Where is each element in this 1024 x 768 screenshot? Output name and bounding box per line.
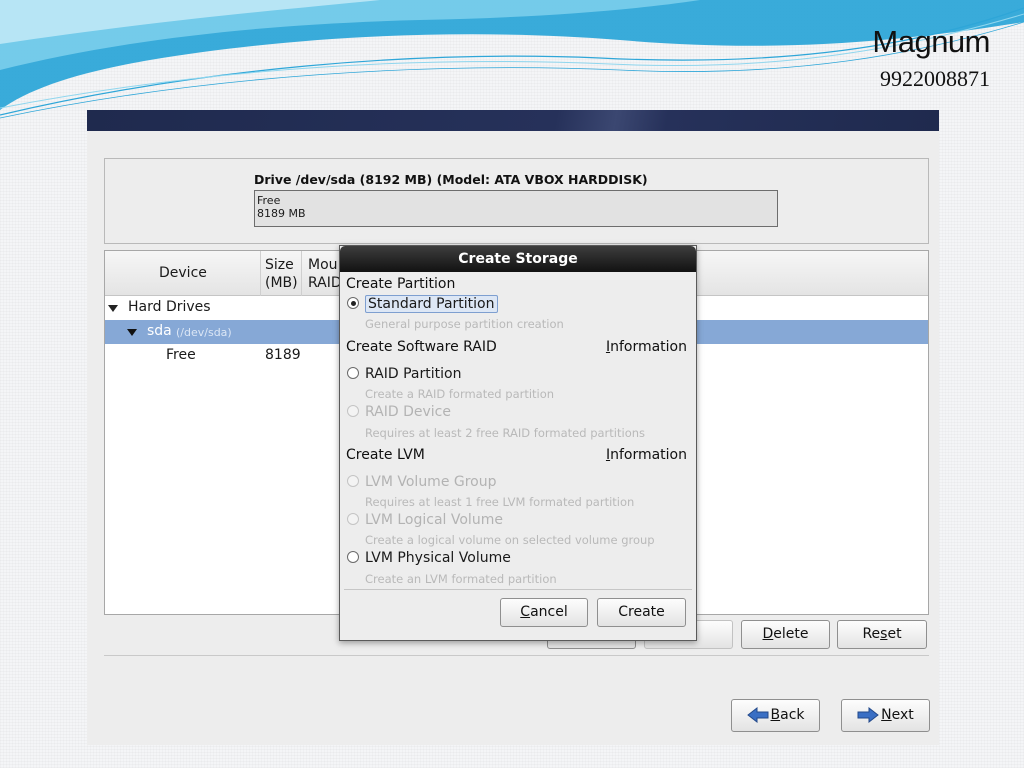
option-label: RAID Device	[365, 404, 451, 420]
back-mnemonic: B	[770, 707, 781, 723]
radio-selected-icon[interactable]	[347, 297, 359, 309]
tree-row-label: Free	[166, 347, 196, 363]
option-label: LVM Logical Volume	[365, 512, 503, 528]
delete-mnemonic: D	[762, 626, 774, 642]
section-create-lvm: Create LVM	[346, 447, 425, 463]
option-description: Create a RAID formated partition	[365, 387, 555, 401]
column-size-label: Size (MB)	[265, 256, 298, 292]
back-label-post: ack	[780, 707, 805, 723]
option-lvm-volume-group: LVM Volume Group	[347, 472, 497, 492]
drive-segment-label: Free	[257, 194, 281, 207]
radio-disabled-icon	[347, 405, 359, 417]
info-rest: nformation	[610, 339, 687, 355]
raid-information-link[interactable]: Information	[606, 339, 687, 355]
tree-row-path: (/dev/sda)	[176, 326, 232, 339]
option-lvm-physical-volume[interactable]: LVM Physical Volume	[347, 548, 511, 568]
section-create-software-raid: Create Software RAID	[346, 339, 497, 355]
tree-row-label: Hard Drives	[128, 299, 211, 315]
create-storage-dialog: Create Storage Create Partition Standard…	[339, 245, 697, 641]
drive-partition-bar[interactable]: Free 8189 MB	[254, 190, 778, 227]
option-standard-partition[interactable]: Standard Partition	[347, 294, 498, 314]
column-device-label: Device	[159, 265, 207, 281]
option-description: Create a logical volume on selected volu…	[365, 533, 655, 547]
radio-icon[interactable]	[347, 367, 359, 379]
option-label: RAID Partition	[365, 366, 462, 382]
cancel-rest: ancel	[530, 604, 568, 620]
radio-disabled-icon	[347, 513, 359, 525]
column-size-line2: (MB)	[265, 275, 298, 291]
brand-name: Magnum	[872, 24, 990, 59]
lvm-information-link[interactable]: Information	[606, 447, 687, 463]
option-label: LVM Physical Volume	[365, 550, 511, 566]
dialog-separator	[344, 589, 692, 590]
tree-row-label: sda	[147, 323, 172, 339]
option-description: General purpose partition creation	[365, 317, 564, 331]
option-raid-partition[interactable]: RAID Partition	[347, 364, 461, 384]
column-mount-line1: Mou	[308, 257, 338, 273]
right-arrow-icon	[857, 707, 879, 723]
reset-label-post: et	[887, 626, 902, 642]
reset-button[interactable]: Reset	[837, 620, 927, 649]
installer-top-banner	[87, 110, 939, 131]
column-mount-label: Mou RAID	[308, 256, 342, 292]
delete-label-post: elete	[773, 626, 809, 642]
drive-summary-panel: Drive /dev/sda (8192 MB) (Model: ATA VBO…	[104, 158, 929, 244]
separator	[104, 655, 929, 656]
left-arrow-icon	[746, 707, 768, 723]
info-rest: nformation	[610, 447, 687, 463]
option-label: LVM Volume Group	[365, 474, 497, 490]
expander-down-icon[interactable]	[127, 329, 137, 336]
reset-label-pre: Re	[862, 626, 881, 642]
back-button[interactable]: Back	[731, 699, 820, 732]
option-label: Standard Partition	[365, 295, 498, 313]
next-label-post: ext	[891, 707, 914, 723]
cancel-button[interactable]: Cancel	[500, 598, 588, 627]
option-lvm-logical-volume: LVM Logical Volume	[347, 510, 503, 530]
delete-button[interactable]: Delete	[741, 620, 830, 649]
radio-icon[interactable]	[347, 551, 359, 563]
cancel-mnemonic: C	[520, 604, 531, 620]
radio-disabled-icon	[347, 475, 359, 487]
tree-row-size: 8189	[265, 347, 301, 363]
expander-down-icon[interactable]	[108, 305, 118, 312]
option-description: Create an LVM formated partition	[365, 572, 557, 586]
option-raid-device: RAID Device	[347, 402, 451, 422]
column-size-line1: Size	[265, 257, 294, 273]
option-description: Requires at least 2 free RAID formated p…	[365, 426, 646, 440]
next-mnemonic: N	[881, 707, 892, 723]
next-button[interactable]: Next	[841, 699, 930, 732]
dialog-title: Create Storage	[340, 246, 696, 272]
option-description: Requires at least 1 free LVM formated pa…	[365, 495, 635, 509]
column-header-size[interactable]: Size (MB)	[261, 251, 302, 296]
drive-segment-size: 8189 MB	[257, 207, 306, 220]
section-create-partition: Create Partition	[346, 276, 456, 292]
drive-title: Drive /dev/sda (8192 MB) (Model: ATA VBO…	[254, 172, 648, 187]
column-header-device[interactable]: Device	[105, 251, 261, 296]
create-button[interactable]: Create	[597, 598, 686, 627]
brand-phone: 9922008871	[880, 66, 990, 91]
column-mount-line2: RAID	[308, 275, 342, 291]
